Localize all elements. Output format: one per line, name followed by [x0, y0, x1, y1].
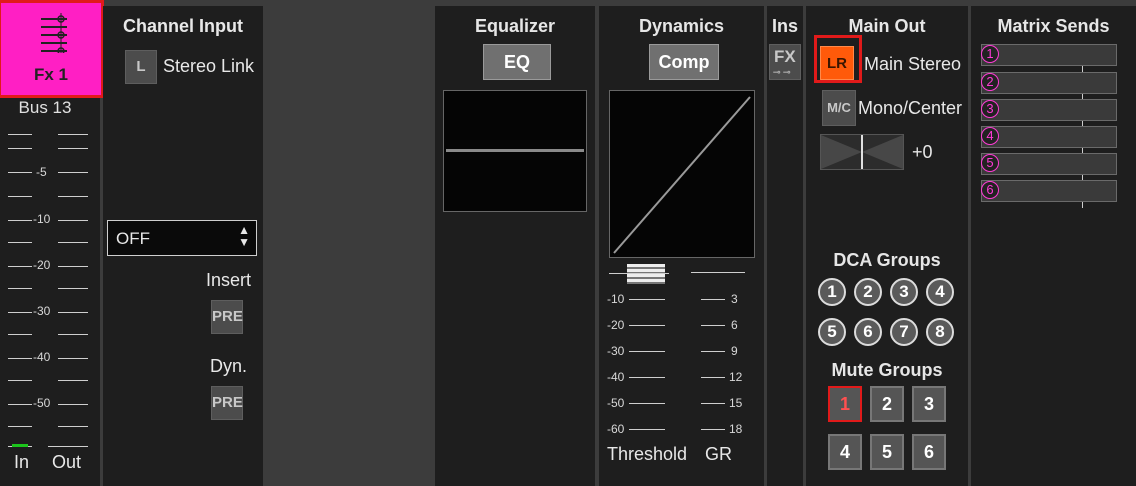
- comp-button[interactable]: Comp: [649, 44, 719, 80]
- pan-value: +0: [912, 142, 933, 162]
- stereo-link-button[interactable]: L: [125, 50, 157, 84]
- gr-tick: 18: [729, 422, 743, 436]
- threshold-tick: -40: [607, 370, 625, 384]
- threshold-fader-knob[interactable]: [627, 264, 665, 284]
- stereo-link-label: Stereo Link: [163, 56, 255, 76]
- mute-group-button[interactable]: 2: [870, 386, 904, 422]
- dca-button[interactable]: 7: [890, 318, 918, 346]
- channel-input-panel: Channel Input L Stereo Link OFF ▲ ▼ Inser…: [103, 6, 263, 486]
- gr-tick: 9: [731, 344, 738, 358]
- dynamics-title: Dynamics: [638, 16, 725, 36]
- dynamics-curve-display[interactable]: [609, 90, 755, 258]
- gr-tick: 12: [729, 370, 743, 384]
- gr-tick: 3: [731, 292, 738, 306]
- threshold-tick: -10: [607, 292, 625, 306]
- dyn-pre-button[interactable]: PRE: [211, 386, 243, 420]
- lr-button[interactable]: LR: [820, 46, 854, 80]
- mc-button[interactable]: M/C: [822, 90, 856, 126]
- select-arrows-icon: ▲ ▼: [238, 223, 250, 249]
- insert-pre-button[interactable]: PRE: [211, 300, 243, 334]
- matrix-send-number: 2: [981, 73, 999, 91]
- equalizer-title: Equalizer: [474, 16, 556, 36]
- threshold-tick: -20: [607, 318, 625, 332]
- meter-label: -30: [33, 304, 51, 318]
- mc-label: Mono/Center: [858, 98, 963, 118]
- meter-scale: -5 -10 -20 -30 -40 -50: [8, 126, 92, 447]
- matrix-send-slider[interactable]: 6: [981, 180, 1117, 202]
- meter-label: -50: [33, 396, 51, 410]
- matrix-send-slider[interactable]: 5: [981, 153, 1117, 175]
- threshold-tick: -60: [607, 422, 625, 436]
- dca-groups-title: DCA Groups: [833, 250, 941, 270]
- matrix-send-number: 5: [981, 154, 999, 172]
- dca-button[interactable]: 5: [818, 318, 846, 346]
- dca-button[interactable]: 1: [818, 278, 846, 306]
- fx-insert-button[interactable]: FX ⊸ ⊸: [769, 44, 801, 80]
- channel-strip: Fx 1 Bus 13 -5 -10 -20 -30 -40 -50 In Ou…: [0, 0, 104, 486]
- matrix-sends-title: Matrix Sends: [997, 16, 1110, 36]
- matrix-sends-panel: Matrix Sends 1 2 3 4 5 6: [971, 6, 1136, 486]
- insert-label: Insert: [205, 270, 251, 290]
- equalizer-panel: Equalizer EQ: [435, 6, 595, 486]
- matrix-send-slider[interactable]: 4: [981, 126, 1117, 148]
- threshold-label: Threshold: [607, 444, 688, 464]
- dca-button[interactable]: 2: [854, 278, 882, 306]
- channel-name-button[interactable]: Fx 1: [0, 0, 104, 98]
- threshold-tick: -30: [607, 344, 625, 358]
- matrix-send-slider[interactable]: 1: [981, 44, 1117, 66]
- dca-button[interactable]: 6: [854, 318, 882, 346]
- dynamics-panel: Dynamics Comp -10 -20 -30 -40 -50 -60 3 …: [599, 6, 764, 486]
- meter-label: -40: [33, 350, 51, 364]
- meter-in-label: In: [14, 452, 30, 472]
- mute-groups-title: Mute Groups: [831, 360, 943, 380]
- matrix-send-slider[interactable]: 3: [981, 99, 1117, 121]
- dyn-label: Dyn.: [209, 356, 247, 376]
- dca-button[interactable]: 3: [890, 278, 918, 306]
- source-select[interactable]: OFF ▲ ▼: [107, 220, 257, 256]
- matrix-send-number: 1: [981, 45, 999, 63]
- mute-group-button[interactable]: 1: [828, 386, 862, 422]
- main-out-title: Main Out: [848, 16, 926, 36]
- dca-button[interactable]: 8: [926, 318, 954, 346]
- insert-routing-icon: ⊸ ⊸: [773, 67, 791, 77]
- matrix-send-number: 4: [981, 127, 999, 145]
- eq-curve-line: [446, 149, 584, 152]
- eq-curve-display[interactable]: [443, 90, 587, 212]
- meter-out-label: Out: [52, 452, 82, 472]
- dca-button[interactable]: 4: [926, 278, 954, 306]
- meter-label: -20: [33, 258, 51, 272]
- matrix-send-slider[interactable]: 2: [981, 72, 1117, 94]
- meter-label: -5: [36, 165, 47, 179]
- mute-group-button[interactable]: 4: [828, 434, 862, 470]
- compression-curve: [613, 96, 751, 254]
- gr-label: GR: [705, 444, 732, 464]
- source-select-value: OFF: [116, 229, 150, 248]
- pan-control[interactable]: [820, 134, 904, 170]
- threshold-tick: -50: [607, 396, 625, 410]
- fader-icon: [41, 13, 67, 53]
- gr-tick: 6: [731, 318, 738, 332]
- meter-label: -10: [33, 212, 51, 226]
- pan-shape: [821, 135, 903, 169]
- inserts-title: Ins: [771, 16, 798, 36]
- channel-input-title: Channel Input: [123, 16, 243, 36]
- mute-group-button[interactable]: 5: [870, 434, 904, 470]
- bus-label: Bus 13: [18, 98, 72, 117]
- meter-in-level: [12, 444, 28, 447]
- mute-group-button[interactable]: 6: [912, 434, 946, 470]
- gr-tick: 15: [729, 396, 743, 410]
- eq-button[interactable]: EQ: [483, 44, 551, 80]
- main-out-panel: Main Out LR Main Stereo M/C Mono/Center …: [806, 6, 968, 486]
- lr-label: Main Stereo: [864, 54, 962, 74]
- matrix-send-number: 3: [981, 100, 999, 118]
- channel-name: Fx 1: [33, 65, 69, 84]
- mute-group-button[interactable]: 3: [912, 386, 946, 422]
- inserts-panel: Ins FX ⊸ ⊸: [767, 6, 803, 486]
- fx-insert-label: FX: [774, 47, 796, 66]
- matrix-send-number: 6: [981, 181, 999, 199]
